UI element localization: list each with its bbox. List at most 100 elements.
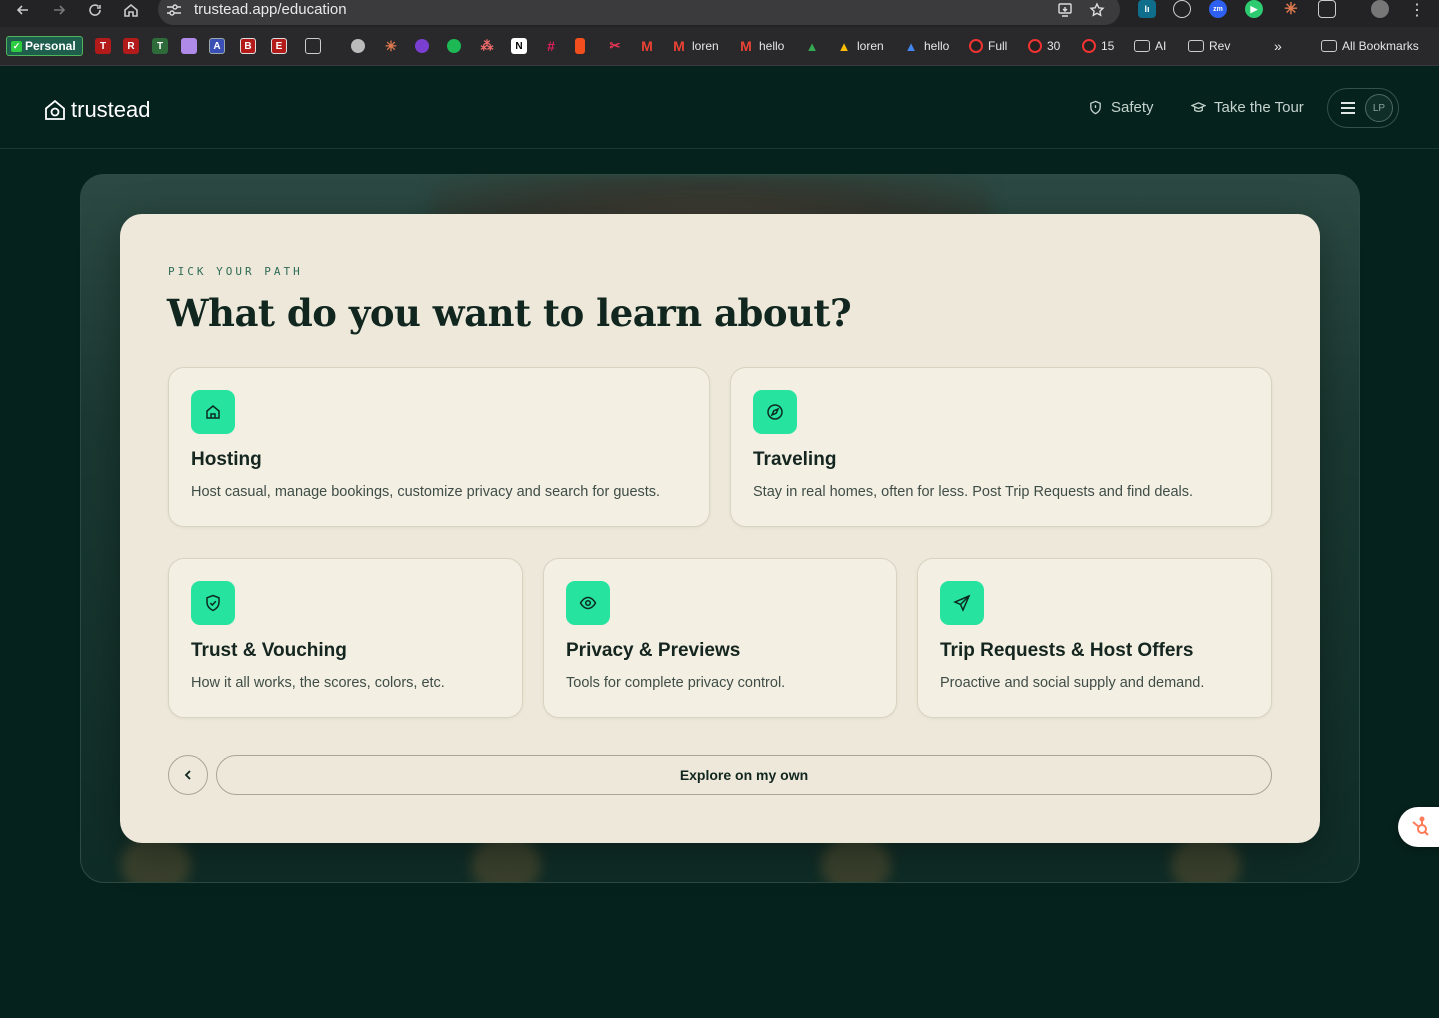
folder-icon xyxy=(1134,40,1150,52)
apps-grid-icon[interactable] xyxy=(305,36,321,56)
bookmark-label: E xyxy=(271,38,287,54)
bookmark-label: T xyxy=(95,38,111,54)
asana-icon[interactable]: ⁂ xyxy=(479,36,495,56)
bookmark-folder-ai[interactable]: AI xyxy=(1134,36,1166,56)
site-settings-icon[interactable] xyxy=(166,3,182,17)
bookmark-label: T xyxy=(152,38,168,54)
shield-check-icon xyxy=(191,581,235,625)
graduation-cap-icon xyxy=(1191,102,1206,113)
bookmark-drive-hello[interactable]: ▲ hello xyxy=(903,36,950,56)
figma-icon[interactable] xyxy=(575,36,585,56)
bookmark-label: B xyxy=(240,38,256,54)
bookmark-label: AI xyxy=(1155,39,1167,53)
bookmark-t[interactable]: T xyxy=(95,36,111,56)
forward-arrow-icon[interactable] xyxy=(48,0,70,20)
bookmark-folder-rev[interactable]: Rev xyxy=(1188,36,1230,56)
drive-icon[interactable]: ▲ xyxy=(804,36,820,56)
record-icon xyxy=(1082,39,1096,53)
claude-extension-icon[interactable]: ✳ xyxy=(1282,0,1300,18)
card-description: How it all works, the scores, colors, et… xyxy=(191,675,445,691)
bookmark-t2[interactable]: T xyxy=(152,36,168,56)
address-bar[interactable]: trustead.app/education xyxy=(158,0,1120,25)
bookmark-drive-loren[interactable]: ▲ loren xyxy=(836,36,884,56)
learn-path-modal: PICK YOUR PATH What do you want to learn… xyxy=(120,214,1320,843)
home-button-icon[interactable] xyxy=(120,0,142,20)
card-title: Privacy & Previews xyxy=(566,640,741,661)
eyebrow-label: PICK YOUR PATH xyxy=(168,265,303,278)
bookmark-15[interactable]: 15 xyxy=(1082,36,1114,56)
bookmark-label: loren xyxy=(857,39,884,53)
extensions-puzzle-icon[interactable] xyxy=(1318,0,1336,18)
zoom-extension-icon[interactable]: zm xyxy=(1209,0,1227,18)
bookmark-purple[interactable] xyxy=(181,36,197,56)
tool-icon[interactable]: ✂ xyxy=(607,36,623,56)
record-icon xyxy=(1028,39,1042,53)
card-trip-requests-host-offers[interactable]: Trip Requests & Host Offers Proactive an… xyxy=(917,558,1272,718)
gmail-icon: M xyxy=(673,38,685,54)
slack-icon[interactable]: # xyxy=(543,36,559,56)
bookmark-gmail-hello[interactable]: Mhello xyxy=(738,36,784,56)
card-description: Tools for complete privacy control. xyxy=(566,675,786,691)
bookmark-a[interactable]: A xyxy=(209,36,225,56)
card-traveling[interactable]: Traveling Stay in real homes, often for … xyxy=(730,367,1272,527)
explore-on-my-own-button[interactable]: Explore on my own xyxy=(216,755,1272,795)
eye-app-icon[interactable] xyxy=(415,36,429,56)
install-app-icon[interactable] xyxy=(1054,0,1076,20)
bookmark-label: R xyxy=(123,38,139,54)
nav-label: Take the Tour xyxy=(1214,99,1304,116)
profile-avatar-icon[interactable] xyxy=(1371,0,1389,18)
card-privacy-previews[interactable]: Privacy & Previews Tools for complete pr… xyxy=(543,558,897,718)
gmail-icon: M xyxy=(740,38,752,54)
bookmark-label: Full xyxy=(988,39,1008,53)
card-hosting[interactable]: Hosting Host casual, manage bookings, cu… xyxy=(168,367,710,527)
nav-safety[interactable]: Safety xyxy=(1088,99,1154,116)
nav-label: Safety xyxy=(1111,99,1154,116)
home-icon xyxy=(191,390,235,434)
bookmark-label: hello xyxy=(924,39,950,53)
extension-icon[interactable]: lı xyxy=(1138,0,1156,18)
bookmark-30[interactable]: 30 xyxy=(1028,36,1060,56)
bookmark-b[interactable]: B xyxy=(240,36,256,56)
bookmark-e[interactable]: E xyxy=(271,36,287,56)
hubspot-chat-launcher[interactable] xyxy=(1398,807,1439,847)
nav-take-the-tour[interactable]: Take the Tour xyxy=(1191,99,1304,116)
reload-icon[interactable] xyxy=(84,0,106,20)
bookmarks-overflow-button[interactable]: » xyxy=(1274,36,1282,56)
card-title: Trust & Vouching xyxy=(191,640,347,661)
back-button[interactable] xyxy=(168,755,208,795)
bookmark-r[interactable]: R xyxy=(123,36,139,56)
play-extension-icon[interactable]: ▶ xyxy=(1245,0,1263,18)
gmail-icon[interactable]: M xyxy=(639,36,655,56)
card-title: Trip Requests & Host Offers xyxy=(940,640,1194,661)
bookmark-label: All Bookmarks xyxy=(1342,39,1419,53)
notion-icon[interactable]: N xyxy=(511,36,527,56)
card-trust-vouching[interactable]: Trust & Vouching How it all works, the s… xyxy=(168,558,523,718)
bookmark-full[interactable]: Full xyxy=(969,36,1007,56)
bookmark-label: 30 xyxy=(1047,39,1061,53)
chevron-left-icon xyxy=(184,770,191,780)
compass-icon xyxy=(753,390,797,434)
folder-icon xyxy=(1188,40,1204,52)
browser-menu-icon[interactable]: ⋮ xyxy=(1406,0,1428,20)
card-description: Proactive and social supply and demand. xyxy=(940,675,1205,691)
avatar: LP xyxy=(1365,94,1393,122)
user-menu-button[interactable]: LP xyxy=(1327,88,1399,128)
folder-icon xyxy=(1321,40,1337,52)
bookmark-gmail-loren[interactable]: Mloren xyxy=(671,36,719,56)
eye-icon xyxy=(566,581,610,625)
globe-icon[interactable] xyxy=(351,36,365,56)
extension-icon[interactable] xyxy=(1173,0,1191,18)
site-header: trustead Safety Take the Tour LP xyxy=(0,67,1439,149)
card-title: Traveling xyxy=(753,449,837,470)
claude-icon[interactable]: ✳ xyxy=(383,36,399,56)
all-bookmarks-button[interactable]: All Bookmarks xyxy=(1321,36,1419,56)
back-arrow-icon[interactable] xyxy=(12,0,34,20)
star-bookmark-icon[interactable] xyxy=(1086,0,1108,20)
send-icon xyxy=(940,581,984,625)
bookmark-label: Personal xyxy=(25,39,76,53)
trustead-logo[interactable]: trustead xyxy=(43,97,151,123)
spotify-icon[interactable] xyxy=(447,36,461,56)
logo-house-icon xyxy=(45,99,65,120)
shield-icon xyxy=(1090,100,1101,115)
bookmark-personal[interactable]: ✓ Personal xyxy=(6,36,83,56)
